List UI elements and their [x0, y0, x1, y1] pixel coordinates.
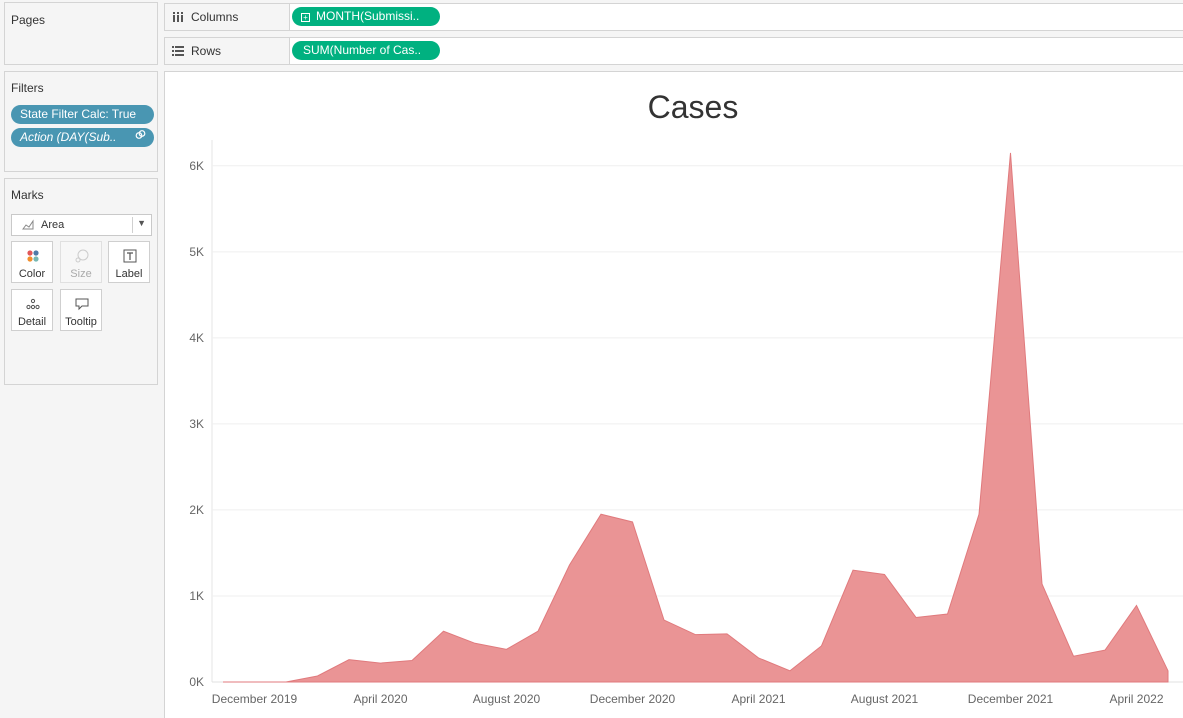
rows-icon — [172, 45, 184, 57]
marks-color-button[interactable]: Color — [11, 241, 53, 283]
marks-label-label: Label — [115, 268, 143, 280]
rows-shelf-header: Rows — [165, 38, 290, 64]
area-series[interactable] — [223, 152, 1169, 683]
y-tick-label: 2K — [189, 503, 204, 517]
marks-size-button[interactable]: Size — [60, 241, 102, 283]
y-tick-label: 1K — [189, 589, 204, 603]
marks-detail-button[interactable]: Detail — [11, 289, 53, 331]
columns-shelf[interactable]: Columns + MONTH(Submissi.. — [164, 3, 1183, 31]
marks-detail-label: Detail — [17, 316, 47, 328]
y-tick-label: 4K — [189, 331, 204, 345]
columns-pill-label: MONTH(Submissi.. — [316, 9, 420, 23]
columns-icon — [172, 11, 184, 23]
y-tick-label: 3K — [189, 417, 204, 431]
tooltip-icon — [74, 297, 90, 311]
x-tick-label: April 2022 — [1109, 692, 1163, 706]
filter-pill-action[interactable]: Action (DAY(Sub.. — [11, 128, 154, 147]
chevron-down-icon: ▼ — [137, 218, 146, 228]
marks-tooltip-button[interactable]: Tooltip — [60, 289, 102, 331]
color-dots-icon — [25, 249, 41, 263]
marks-label-button[interactable]: Label — [108, 241, 150, 283]
x-tick-label: April 2020 — [353, 692, 407, 706]
rows-pill-label: SUM(Number of Cas.. — [303, 43, 422, 57]
filter-pill-label: Action (DAY(Sub.. — [20, 130, 117, 144]
x-tick-label: April 2021 — [731, 692, 785, 706]
viz-canvas[interactable]: Cases 0K 1K 2K 3K 4K 5K 6K December 2019 April 2… — [164, 71, 1183, 718]
dropdown-divider — [132, 217, 133, 233]
marks-color-label: Color — [18, 268, 46, 280]
y-tick-label: 5K — [189, 245, 204, 259]
mark-type-label: Area — [41, 219, 65, 231]
pages-card[interactable]: Pages — [4, 2, 158, 65]
columns-shelf-header: Columns — [165, 4, 290, 30]
x-tick-label: December 2019 — [212, 692, 298, 706]
y-tick-label: 0K — [189, 675, 204, 689]
rows-shelf[interactable]: Rows SUM(Number of Cas.. — [164, 37, 1183, 65]
x-tick-label: August 2020 — [473, 692, 541, 706]
x-tick-label: August 2021 — [851, 692, 919, 706]
y-tick-label: 6K — [189, 159, 204, 173]
marks-size-label: Size — [70, 268, 92, 280]
columns-shelf-label: Columns — [191, 10, 239, 24]
marks-card[interactable]: Marks Area ▼ Color Size Label Detail Too… — [4, 178, 158, 385]
area-chart[interactable]: 0K 1K 2K 3K 4K 5K 6K December 2019 April 2020 Aug… — [165, 72, 1183, 718]
filters-card[interactable]: Filters State Filter Calc: True Action (… — [4, 71, 158, 172]
text-label-icon — [122, 249, 138, 263]
link-icon — [135, 128, 146, 147]
filter-pill-state-filter[interactable]: State Filter Calc: True — [11, 105, 154, 124]
expand-plus-icon[interactable]: + — [301, 13, 310, 22]
area-chart-icon — [22, 218, 36, 232]
marks-card-title: Marks — [11, 188, 44, 202]
mark-type-dropdown[interactable]: Area ▼ — [11, 214, 152, 236]
filters-card-title: Filters — [11, 81, 44, 95]
x-tick-label: December 2021 — [968, 692, 1054, 706]
rows-shelf-label: Rows — [191, 44, 222, 58]
x-tick-label: December 2020 — [590, 692, 676, 706]
pages-card-title: Pages — [11, 13, 46, 27]
filter-pill-label: State Filter Calc: True — [20, 107, 137, 121]
columns-field-pill[interactable]: + MONTH(Submissi.. — [292, 7, 440, 26]
detail-dots-icon — [25, 297, 41, 311]
marks-tooltip-label: Tooltip — [65, 316, 97, 328]
rows-field-pill[interactable]: SUM(Number of Cas.. — [292, 41, 440, 60]
size-icon — [74, 249, 90, 263]
